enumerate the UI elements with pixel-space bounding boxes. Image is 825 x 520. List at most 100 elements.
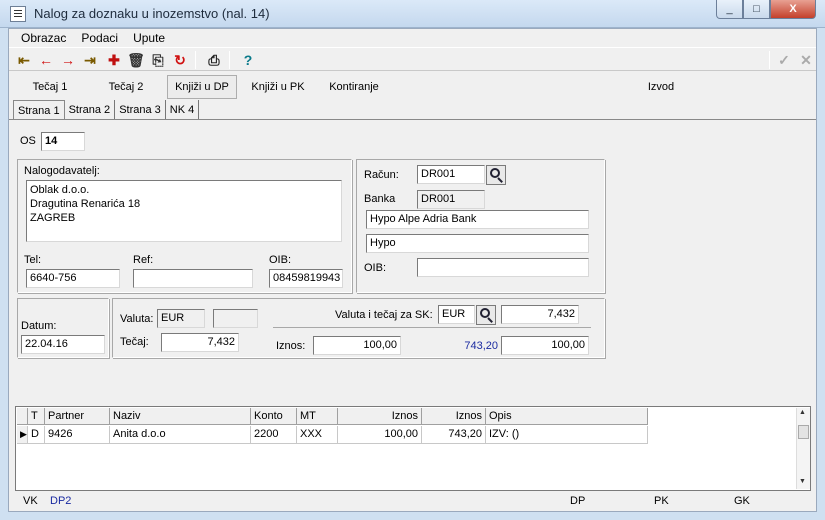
grid-cell[interactable]: 2200 <box>251 426 297 444</box>
close-button[interactable]: X <box>770 0 816 19</box>
os-label: OS <box>20 135 36 147</box>
grid-row-pointer-icon: ▶ <box>17 426 28 444</box>
first-record-icon[interactable]: ⇤ <box>15 51 33 69</box>
banka-label: Banka <box>364 193 396 205</box>
scroll-down-icon[interactable]: ▼ <box>799 478 806 485</box>
tecaj-input[interactable]: 7,432 <box>161 333 239 352</box>
valuta-sk-search-icon[interactable] <box>476 305 496 325</box>
scroll-thumb[interactable] <box>798 425 809 439</box>
delete-icon[interactable]: 🗑 <box>127 51 145 69</box>
entries-grid: T Partner Naziv Konto MT Iznos Iznos Opi… <box>15 406 811 491</box>
cancel-icon[interactable]: ✕ <box>797 51 815 69</box>
nalogodavatelj-line-1: Oblak d.o.o. <box>30 184 90 196</box>
title-bar: Nalog za doznaku u inozemstvo (nal. 14) … <box>0 0 825 28</box>
oib-label: OIB: <box>269 254 292 266</box>
minimize-button[interactable]: _ <box>716 0 743 19</box>
iznos-label: Iznos: <box>276 340 306 352</box>
scroll-up-icon[interactable]: ▲ <box>799 409 806 416</box>
tel-input[interactable]: 6640-756 <box>26 269 120 288</box>
ref-label: Ref: <box>133 254 154 266</box>
nalogodavatelj-textarea[interactable]: Oblak d.o.o. Dragutina Renarića 18 ZAGRE… <box>26 180 342 242</box>
os-input[interactable]: 14 <box>41 132 85 151</box>
app-icon <box>10 6 26 22</box>
nalogodavatelj-label: Nalogodavatelj: <box>24 165 100 177</box>
grid-cell[interactable]: 9426 <box>45 426 110 444</box>
tab-strana-1[interactable]: Strana 1 <box>13 100 65 120</box>
tecaj1-button[interactable]: Tečaj 1 <box>17 75 83 99</box>
grid-header-naziv[interactable]: Naziv <box>110 408 251 425</box>
status-gk: GK <box>734 495 750 507</box>
knjizi-pk-button[interactable]: Knjiži u PK <box>243 75 313 99</box>
print-icon[interactable]: ⎙ <box>205 51 223 69</box>
knjizi-dp-button[interactable]: Knjiži u DP <box>167 75 237 99</box>
grid-cell[interactable]: XXX <box>297 426 338 444</box>
tab-nk-4[interactable]: NK 4 <box>166 100 200 120</box>
tel-label: Tel: <box>24 254 42 266</box>
grid-row-indicator-header <box>17 408 28 425</box>
racun-input[interactable]: DR001 <box>417 165 485 184</box>
valuta-field: EUR <box>157 309 205 328</box>
grid-header-opis[interactable]: Opis <box>486 408 648 425</box>
ref-input[interactable] <box>133 269 253 288</box>
copy-icon[interactable]: ⎘ <box>149 51 167 69</box>
datum-input[interactable]: 22.04.16 <box>21 335 105 354</box>
toolbar: ⇤ ← → ⇥ ✚ 🗑 ⎘ ↻ ⎙ ? ✓ ✕ <box>9 47 816 71</box>
menu-podaci[interactable]: Podaci <box>81 31 118 45</box>
iznos-input[interactable]: 100,00 <box>313 336 401 355</box>
tab-strana-2[interactable]: Strana 2 <box>65 100 116 120</box>
status-dp: DP <box>570 495 586 507</box>
menu-bar: Obrazac Podaci Upute <box>9 29 816 47</box>
next-record-icon[interactable]: → <box>59 51 77 69</box>
valuta-label: Valuta: <box>120 313 154 325</box>
new-record-icon[interactable]: ✚ <box>105 51 123 69</box>
iznos-converted: 743,20 <box>464 340 498 352</box>
window-client: Obrazac Podaci Upute ⇤ ← → ⇥ ✚ 🗑 ⎘ ↻ ⎙ ?… <box>8 28 817 512</box>
menu-upute[interactable]: Upute <box>133 31 165 45</box>
grid-cell[interactable]: 743,20 <box>422 426 486 444</box>
toolbar-separator <box>769 51 770 69</box>
valuta-sk-rate-input[interactable]: 7,432 <box>501 305 579 324</box>
menu-obrazac[interactable]: Obrazac <box>21 31 66 45</box>
iznos2-input[interactable]: 100,00 <box>501 336 589 355</box>
status-vk: VK <box>23 495 38 507</box>
grid-header-t[interactable]: T <box>28 408 45 425</box>
grid-header-iznos[interactable]: Iznos <box>338 408 422 425</box>
window-title: Nalog za doznaku u inozemstvo (nal. 14) <box>34 6 270 21</box>
help-icon[interactable]: ? <box>239 51 257 69</box>
valuta-extra-field <box>213 309 258 328</box>
banka-name-input[interactable]: Hypo Alpe Adria Bank <box>366 210 589 229</box>
grid-header-partner[interactable]: Partner <box>45 408 110 425</box>
grid-cell[interactable]: D <box>28 426 45 444</box>
confirm-icon[interactable]: ✓ <box>775 51 793 69</box>
racun-label: Račun: <box>364 169 399 181</box>
banka-short-input[interactable]: Hypo <box>366 234 589 253</box>
tecaj-label: Tečaj: <box>120 336 149 348</box>
grid-header-mt[interactable]: MT <box>297 408 338 425</box>
grid-header-konto[interactable]: Konto <box>251 408 297 425</box>
grid-cell[interactable]: 100,00 <box>338 426 422 444</box>
izvod-button[interactable]: Izvod <box>639 75 683 99</box>
grid-cell[interactable]: IZV: () <box>486 426 648 444</box>
toolbar-separator <box>229 51 230 69</box>
kontiranje-button[interactable]: Kontiranje <box>321 75 387 99</box>
toolbar-separator <box>195 51 196 69</box>
racun-search-icon[interactable] <box>486 165 506 185</box>
grid-vertical-scrollbar[interactable]: ▲ ▼ <box>796 408 810 489</box>
oib2-label: OIB: <box>364 262 387 274</box>
maximize-button[interactable]: □ <box>743 0 770 19</box>
oib-input[interactable]: 08459819943 <box>269 269 343 288</box>
previous-record-icon[interactable]: ← <box>37 51 55 69</box>
nalogodavatelj-line-2: Dragutina Renarića 18 <box>30 198 141 210</box>
grid-cell[interactable]: Anita d.o.o <box>110 426 251 444</box>
refresh-icon[interactable]: ↻ <box>171 51 189 69</box>
datum-label: Datum: <box>21 320 57 332</box>
valuta-sk-input[interactable]: EUR <box>438 305 475 324</box>
last-record-icon[interactable]: ⇥ <box>81 51 99 69</box>
oib2-input[interactable] <box>417 258 589 277</box>
grid-header-iznos-kn[interactable]: Iznos <box>422 408 486 425</box>
status-bar: VK DP2 DP PK GK <box>9 492 816 511</box>
valuta-sk-label: Valuta i tečaj za SK: <box>335 309 433 321</box>
tecaj2-button[interactable]: Tečaj 2 <box>93 75 159 99</box>
tab-strana-3[interactable]: Strana 3 <box>115 100 166 120</box>
status-pk: PK <box>654 495 669 507</box>
